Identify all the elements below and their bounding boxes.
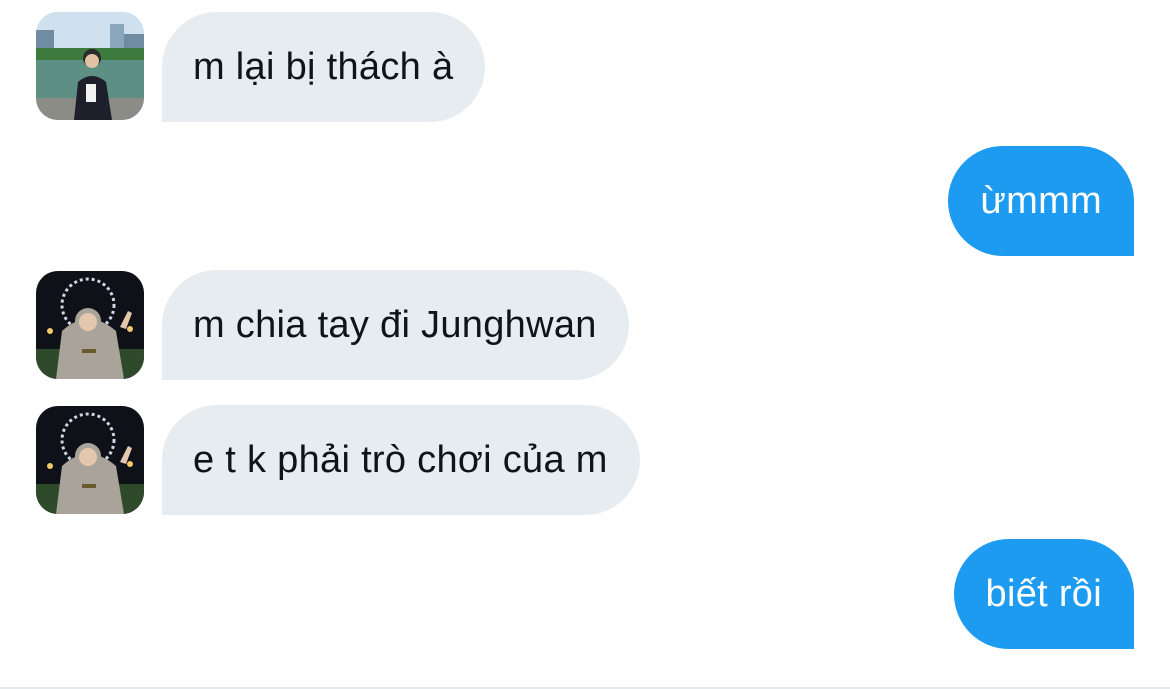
sender-avatar[interactable] (36, 271, 144, 379)
message-text: m chia tay đi Junghwan (193, 303, 597, 346)
avatar-photo-hoodie (36, 271, 144, 379)
message-bubble-incoming[interactable]: m chia tay đi Junghwan (162, 270, 629, 380)
avatar-photo-lake (36, 12, 144, 120)
message-text: m lại bị thách à (193, 45, 454, 88)
message-bubble-incoming[interactable]: e t k phải trò chơi của m (162, 405, 640, 515)
avatar-photo-hoodie (36, 406, 144, 514)
sender-avatar[interactable] (36, 406, 144, 514)
message-bubble-outgoing[interactable]: ừmmm (948, 146, 1134, 256)
message-bubble-incoming[interactable]: m lại bị thách à (162, 12, 486, 122)
sender-avatar[interactable] (36, 12, 144, 120)
message-text: ừmmm (980, 179, 1102, 222)
message-text: biết rồi (985, 572, 1102, 615)
message-bubble-outgoing[interactable]: biết rồi (953, 539, 1134, 649)
message-text: e t k phải trò chơi của m (193, 438, 608, 481)
